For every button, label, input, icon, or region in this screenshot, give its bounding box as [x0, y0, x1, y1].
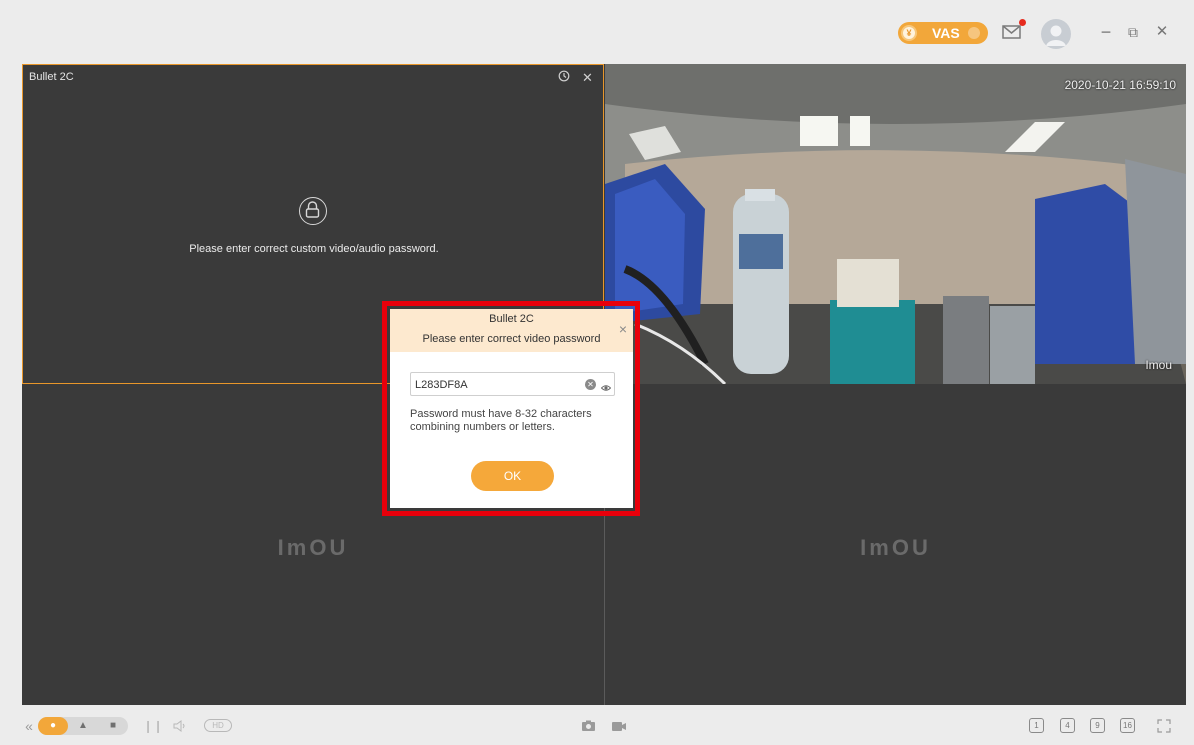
password-dialog: Bullet 2C Please enter correct video pas… [390, 309, 633, 508]
lock-icon [299, 197, 327, 225]
pause-icon[interactable]: ❘❘ [143, 718, 163, 734]
vas-decoration [968, 27, 980, 39]
live-mode-icon[interactable]: ● [38, 717, 68, 735]
imou-logo: ImOU [277, 535, 349, 560]
password-error-message: Please enter correct custom video/audio … [189, 243, 439, 255]
eye-icon[interactable] [600, 380, 612, 391]
dialog-title: Bullet 2C [489, 313, 534, 325]
timer-icon[interactable] [558, 70, 570, 85]
video-cell-4[interactable]: ImOU [605, 385, 1186, 705]
dialog-subtitle: Please enter correct video password [422, 333, 601, 345]
vas-button[interactable]: ¥ VAS [898, 22, 988, 44]
fullscreen-icon[interactable] [1156, 718, 1172, 734]
imou-logo: ImOU [860, 535, 931, 560]
minimize-button[interactable]: − [1096, 22, 1116, 42]
close-window-button[interactable]: ✕ [1152, 22, 1172, 42]
cloud-mode-icon[interactable]: ▲ [68, 717, 98, 735]
video-cell-2[interactable]: 2020-10-21 16:59:10 Imou [605, 64, 1186, 384]
bottom-toolbar: « ● ▲ ■ ❘❘ HD 1 4 9 16 [0, 705, 1194, 745]
collapse-button[interactable]: « [21, 718, 37, 734]
speaker-icon[interactable] [172, 718, 188, 734]
stream-mode-selector[interactable]: ● ▲ ■ [38, 717, 128, 735]
clear-icon[interactable]: ✕ [585, 379, 596, 390]
password-field[interactable]: ✕ [410, 372, 615, 396]
camera-timestamp: 2020-10-21 16:59:10 [1064, 78, 1176, 92]
restore-icon: ⧉ [1128, 24, 1138, 40]
password-hint: Password must have 8-32 characters combi… [410, 408, 592, 433]
layout-4-button[interactable]: 4 [1060, 718, 1075, 733]
messages-button[interactable] [1001, 19, 1026, 42]
ok-button[interactable]: OK [471, 461, 554, 491]
vas-label: VAS [932, 25, 960, 41]
top-bar: ¥ VAS − ⧉ ✕ [0, 0, 1194, 64]
snapshot-icon[interactable] [581, 718, 597, 734]
hd-toggle[interactable]: HD [204, 719, 232, 732]
close-dialog-button[interactable]: × [619, 322, 627, 336]
password-input[interactable] [415, 376, 575, 394]
close-cell-button[interactable]: ✕ [582, 70, 593, 86]
layout-1-button[interactable]: 1 [1029, 718, 1044, 733]
user-avatar[interactable] [1041, 19, 1071, 49]
local-mode-icon[interactable]: ■ [98, 717, 128, 735]
minimize-icon: − [1100, 22, 1112, 42]
record-icon[interactable] [611, 718, 627, 734]
coin-icon: ¥ [901, 25, 917, 41]
cell-title: Bullet 2C [29, 71, 74, 83]
user-icon [1046, 25, 1066, 46]
camera-watermark: Imou [1145, 358, 1172, 372]
close-icon: ✕ [1155, 23, 1169, 40]
layout-16-button[interactable]: 16 [1120, 718, 1135, 733]
layout-9-button[interactable]: 9 [1090, 718, 1105, 733]
restore-button[interactable]: ⧉ [1123, 22, 1143, 42]
dialog-header: Bullet 2C Please enter correct video pas… [390, 309, 633, 352]
camera-feed [605, 64, 1186, 384]
notification-dot [1019, 19, 1026, 26]
